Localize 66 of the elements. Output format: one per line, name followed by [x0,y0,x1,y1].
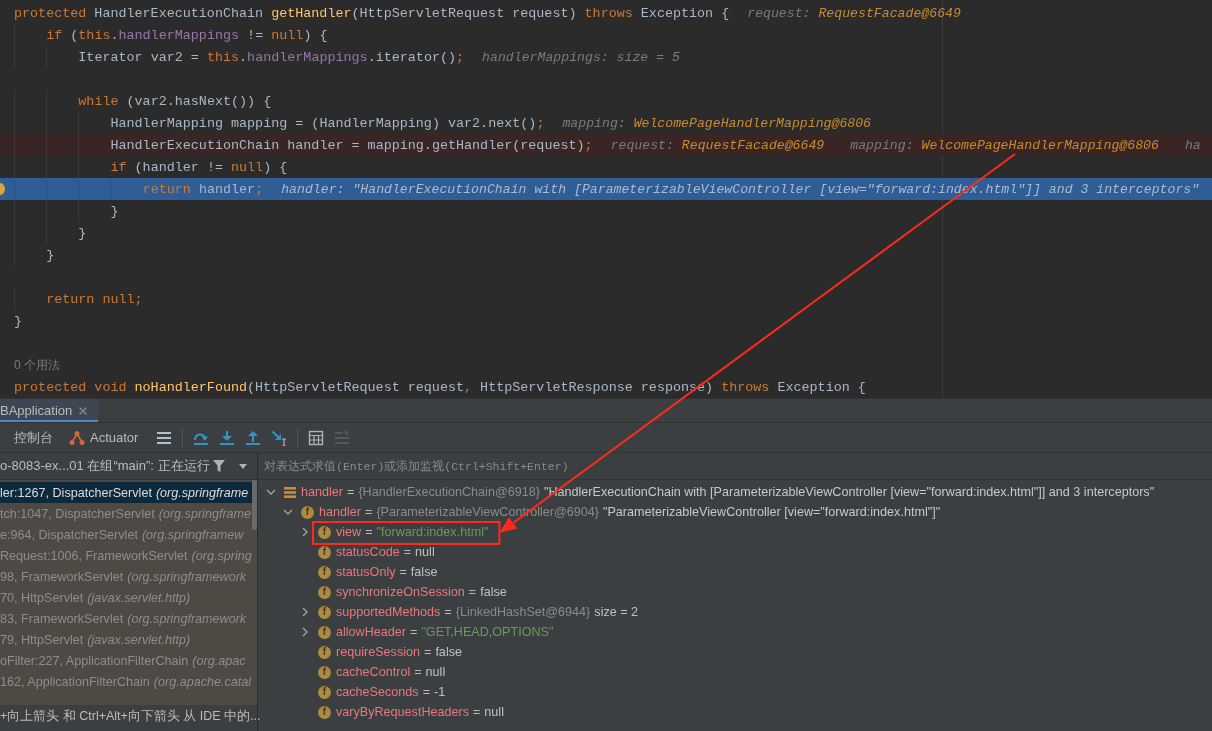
f-circle-icon: f [318,525,331,539]
stack-frame[interactable]: ler:1267, DispatcherServlet (org.springframe [0,482,252,503]
up-arrow-icon [245,429,262,446]
navigation-hint: +向上箭头 和 Ctrl+Alt+向下箭头 从 IDE 中的... [0,707,261,725]
nodes-icon [69,429,85,446]
code-line: while (var2.hasNext()) { [78,93,272,109]
execution-marker-icon [0,183,5,195]
variable-entry[interactable]: cacheSeconds = -1 [336,685,446,699]
f-circle-icon: f [318,645,331,659]
stacked-bars-icon [284,486,296,498]
chevron-right-icon[interactable] [302,627,308,637]
thread-selector[interactable]: o-8083-ex...01 在组“main”: 正在运行 [0,457,210,475]
watch-input[interactable]: 对表达式求值(Enter)或添加监视(Ctrl+Shift+Enter) [258,454,1212,478]
chevron-down-icon[interactable] [266,489,276,495]
f-circle-icon: f [318,565,331,579]
close-icon[interactable] [79,406,88,415]
inline-debug-value: handlerMappings: size = 5 [482,49,680,65]
inline-debug-value: request: RequestFacade@6649 [610,137,825,153]
code-line: Iterator var2 = this.handlerMappings.iterator(); [78,49,465,65]
inline-debug-value: request: RequestFacade@6649 [747,5,961,21]
variable-entry[interactable]: view = "forward:index.html" [336,525,489,539]
f-circle-icon: f [318,705,331,719]
menu-icon [156,429,173,446]
f-circle-icon: f [318,585,331,599]
variable-entry[interactable]: synchronizeOnSession = false [336,585,507,599]
actuator-tab[interactable]: Actuator [61,423,147,452]
code-line: if (handler != null) { [110,159,288,175]
code-line: } [46,247,55,263]
inline-debug-value: mapping: WelcomePageHandlerMapping@6806 [850,137,1159,153]
f-circle-icon: f [318,605,331,619]
caret-down-icon[interactable] [239,463,247,469]
variable-entry[interactable]: cacheControl = null [336,665,446,679]
f-circle-icon: f [318,625,331,639]
code-line: HandlerExecutionChain handler = mapping.getHandler(request); [110,137,593,153]
code-line: protected HandlerExecutionChain getHandler(HttpServletRequest request) throws Exception { [14,5,730,21]
f-circle-icon: f [318,545,331,559]
variable-entry[interactable]: varyByRequestHeaders = null [336,705,504,719]
scrollbar-thumb[interactable] [252,480,257,530]
session-tab[interactable]: BApplication [0,399,99,422]
filter-icon[interactable] [213,460,225,472]
code-line: return null; [46,291,143,307]
inline-debug-value: mapping: WelcomePageHandlerMapping@6806 [562,115,872,131]
variable-entry[interactable]: supportedMethods = {LinkedHashSet@6944} size = 2 [336,605,639,619]
usages-hint[interactable]: 0 个用法 [14,356,60,374]
down-arrow-icon [219,429,236,446]
code-line: return handler; [142,181,264,197]
chevron-down-icon[interactable] [283,509,293,515]
code-line: } [14,313,23,329]
f-circle-icon: f [318,685,331,699]
f-circle-icon: f [318,665,331,679]
grid-icon [308,429,325,446]
diagonal-arrow-icon [271,429,288,446]
code-line: } [78,225,87,241]
chevron-right-icon[interactable] [302,527,308,537]
variable-entry[interactable]: statusOnly = false [336,565,438,579]
variable-entry[interactable]: statusCode = null [336,545,435,559]
variable-entry[interactable]: requireSession = false [336,645,462,659]
code-line: if (this.handlerMappings != null) { [46,27,328,43]
f-circle-icon: f [301,505,314,519]
code-line: HandlerMapping mapping = (HandlerMapping) var2.next(); [110,115,545,131]
chevron-right-icon[interactable] [302,607,308,617]
lines-icon [334,429,351,446]
inline-debug-value: ha [1184,137,1201,153]
console-tab[interactable]: 控制台 [6,423,61,452]
code-line: } [110,203,119,219]
variable-entry[interactable]: allowHeader = "GET,HEAD,OPTIONS" [336,625,554,639]
